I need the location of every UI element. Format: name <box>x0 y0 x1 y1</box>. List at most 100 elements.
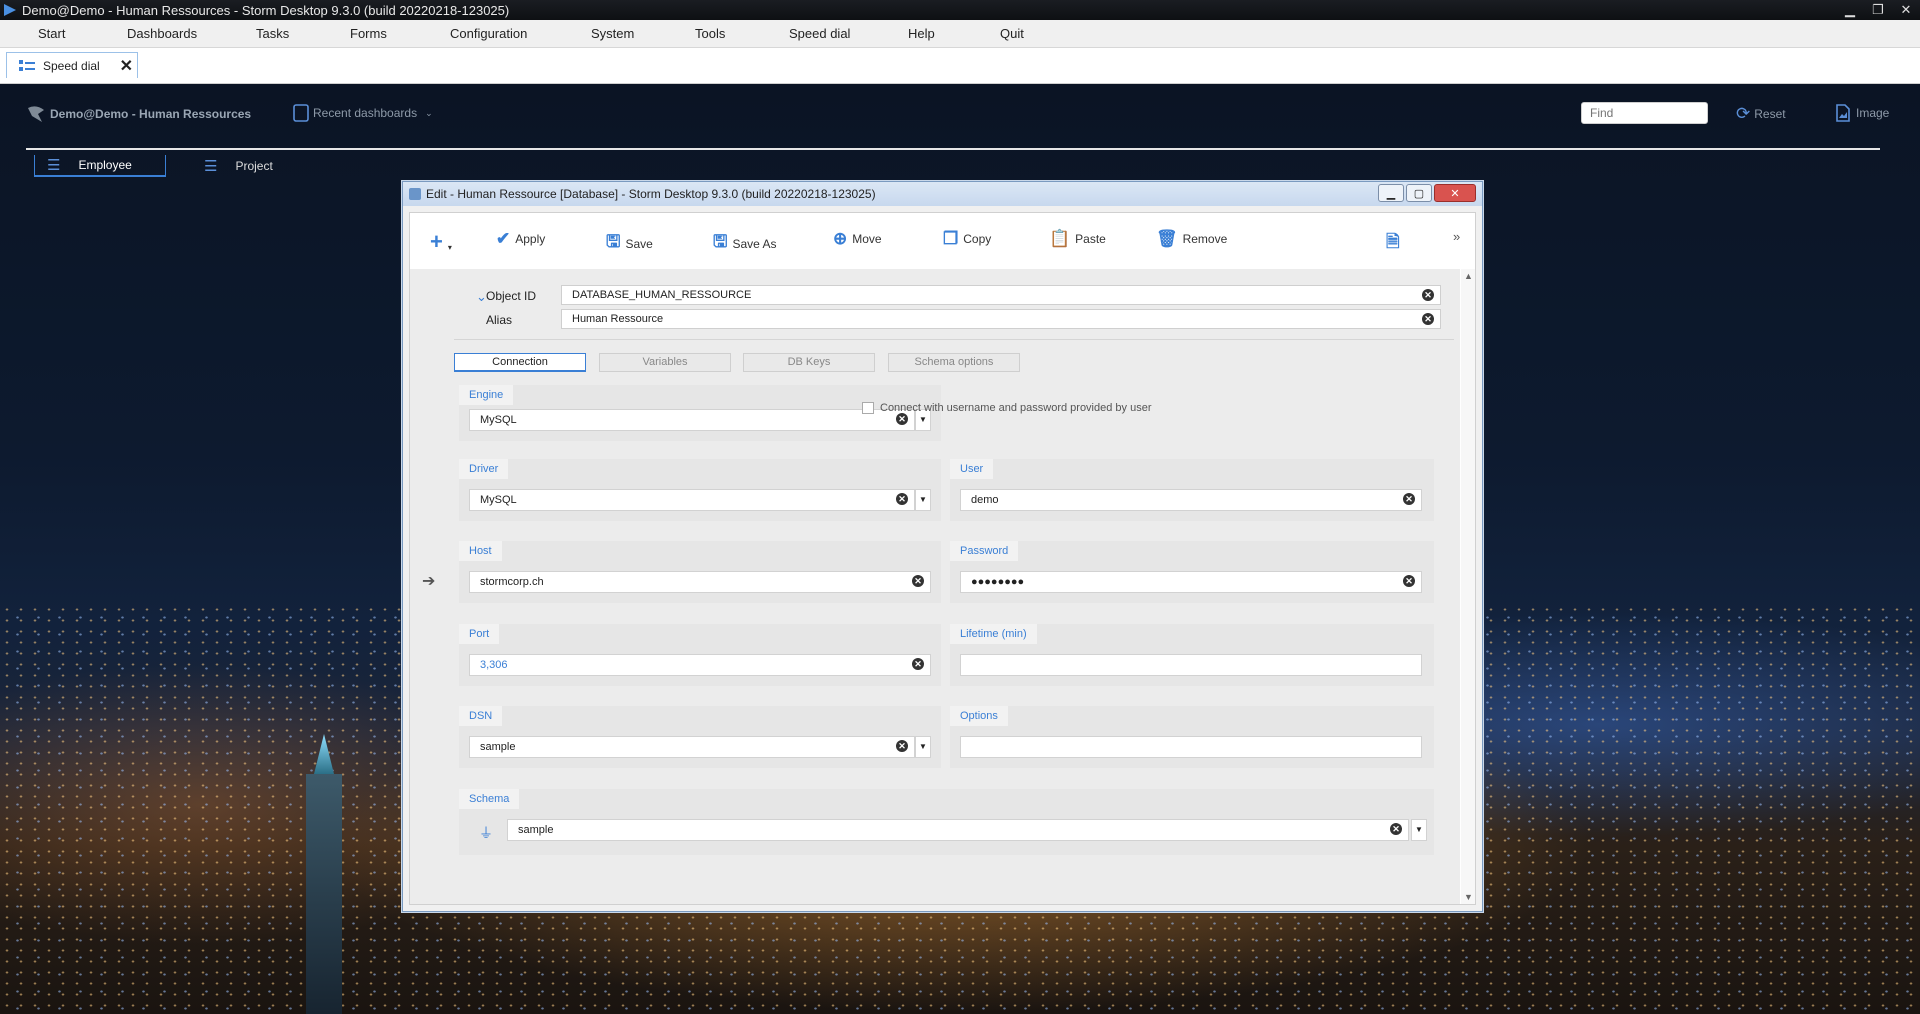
menu-system[interactable]: System <box>591 26 634 41</box>
schema-dropdown-icon[interactable]: ▼ <box>1411 819 1427 841</box>
lifetime-field[interactable] <box>960 654 1422 676</box>
copy-button[interactable]: ❐ Copy <box>943 229 991 249</box>
plus-icon: + <box>430 229 443 254</box>
remove-button[interactable]: 🗑 Remove <box>1156 229 1227 249</box>
options-field[interactable] <box>960 736 1422 758</box>
menu-quit[interactable]: Quit <box>1000 26 1024 41</box>
plus-circle-icon: ⊕ <box>833 229 848 248</box>
host-field[interactable]: stormcorp.ch ✕ <box>469 571 931 593</box>
connect-user-checkbox[interactable]: Connect with username and password provi… <box>862 402 1151 414</box>
host-group: Host stormcorp.ch ✕ <box>459 541 941 603</box>
menu-tools[interactable]: Tools <box>695 26 725 41</box>
close-tab-icon[interactable]: ✕ <box>120 56 133 76</box>
vertical-scrollbar[interactable]: ▲ ▼ <box>1461 269 1475 904</box>
password-field[interactable]: ●●●●●●●● ✕ <box>960 571 1422 593</box>
move-button[interactable]: ⊕ Move <box>833 229 882 249</box>
driver-dropdown-icon[interactable]: ▼ <box>915 489 931 511</box>
divider <box>454 339 1454 340</box>
restore-icon[interactable]: ❐ <box>1864 0 1892 20</box>
user-label: User <box>950 459 994 479</box>
document-tab-strip: Speed dial ✕ <box>0 48 1920 84</box>
check-icon: ✔ <box>496 229 511 248</box>
menu-configuration[interactable]: Configuration <box>450 26 527 41</box>
clear-icon[interactable]: ✕ <box>896 740 908 752</box>
clear-icon[interactable]: ✕ <box>912 658 924 670</box>
arrow-right-icon[interactable]: ➔ <box>422 571 435 591</box>
plug-icon[interactable]: ⏚ <box>479 823 493 843</box>
clear-icon[interactable]: ✕ <box>896 493 908 505</box>
clear-icon[interactable]: ✕ <box>1403 575 1415 587</box>
tab-speed-dial[interactable]: Speed dial ✕ <box>6 52 138 78</box>
options-group: Options <box>950 706 1434 768</box>
add-button[interactable]: + ▾ <box>430 229 452 255</box>
header-divider <box>26 148 1880 150</box>
clear-icon[interactable]: ✕ <box>1422 313 1434 325</box>
menu-dashboards[interactable]: Dashboards <box>127 26 197 41</box>
menu-help[interactable]: Help <box>908 26 935 41</box>
tablet-icon <box>293 104 309 122</box>
app-icon <box>4 4 16 16</box>
menu-start[interactable]: Start <box>38 26 65 41</box>
apply-button[interactable]: ✔ Apply <box>496 229 545 249</box>
driver-select[interactable]: MySQL ✕ <box>469 489 915 511</box>
save-as-button[interactable]: 🖫 Save As <box>713 229 777 258</box>
options-label: Options <box>950 706 1008 726</box>
dialog-toolbar: + ▾ ✔ Apply 🖫 Save 🖫 Save As ⊕ Move ❐ Copy 📋 Pa… <box>410 213 1475 267</box>
nav-item-employee[interactable]: ☰ Employee <box>34 155 166 177</box>
object-id-field[interactable]: DATABASE_HUMAN_RESSOURCE ✕ <box>561 285 1441 305</box>
menu-speed-dial[interactable]: Speed dial <box>789 26 850 41</box>
dsn-select[interactable]: sample ✕ <box>469 736 915 758</box>
clear-icon[interactable]: ✕ <box>896 413 908 425</box>
schema-select[interactable]: sample ✕ <box>507 819 1409 841</box>
dialog-minimize-icon[interactable]: ▁ <box>1378 184 1404 202</box>
dashboard-user: Demo@Demo - Human Ressources <box>26 104 251 124</box>
port-label: Port <box>459 624 500 644</box>
menu-tasks[interactable]: Tasks <box>256 26 289 41</box>
save-button[interactable]: 🖫 Save <box>606 229 653 258</box>
dialog-content: ⌄ Object ID DATABASE_HUMAN_RESSOURCE ✕ A… <box>410 269 1460 904</box>
document-button[interactable]: 🗎 <box>1386 229 1405 258</box>
reset-button[interactable]: ⟳ Reset <box>1736 104 1786 124</box>
close-icon[interactable]: ✕ <box>1892 0 1920 20</box>
user-field[interactable]: demo ✕ <box>960 489 1422 511</box>
scroll-up-icon[interactable]: ▲ <box>1464 271 1473 281</box>
tab-variables[interactable]: Variables <box>599 353 731 372</box>
floppy-icon: 🖫 <box>713 232 728 251</box>
password-group: Password ●●●●●●●● ✕ <box>950 541 1434 603</box>
dsn-group: DSN sample ✕ ▼ <box>459 706 941 768</box>
dialog-close-icon[interactable]: ✕ <box>1434 184 1476 202</box>
port-group: Port 3,306 ✕ <box>459 624 941 686</box>
window-titlebar: Demo@Demo - Human Ressources - Storm Des… <box>0 0 1920 20</box>
menu-icon: ☰ <box>47 157 61 174</box>
clear-icon[interactable]: ✕ <box>1422 289 1434 301</box>
document-icon: 🗎 <box>1386 232 1400 251</box>
nav-item-project[interactable]: ☰ Project <box>192 155 302 177</box>
schema-label: Schema <box>459 789 520 809</box>
dialog-maximize-icon[interactable]: ▢ <box>1406 184 1432 202</box>
alias-field[interactable]: Human Ressource ✕ <box>561 309 1441 329</box>
engine-select[interactable]: MySQL ✕ <box>469 409 915 431</box>
clear-icon[interactable]: ✕ <box>912 575 924 587</box>
lifetime-group: Lifetime (min) <box>950 624 1434 686</box>
host-label: Host <box>459 541 502 561</box>
recent-dashboards[interactable]: Recent dashboards ⌄ <box>293 104 433 122</box>
tab-schema-options[interactable]: Schema options <box>888 353 1020 372</box>
tab-connection[interactable]: Connection <box>454 353 586 372</box>
object-id-label: Object ID <box>486 289 537 303</box>
checkbox-icon[interactable] <box>862 402 874 414</box>
dsn-dropdown-icon[interactable]: ▼ <box>915 736 931 758</box>
clear-icon[interactable]: ✕ <box>1403 493 1415 505</box>
menu-forms[interactable]: Forms <box>350 26 387 41</box>
floppy-icon: 🖫 <box>606 232 621 251</box>
paste-button[interactable]: 📋 Paste <box>1049 229 1106 249</box>
port-field[interactable]: 3,306 ✕ <box>469 654 931 676</box>
minimize-icon[interactable]: ▁ <box>1836 0 1864 20</box>
more-icon[interactable]: » <box>1453 229 1460 244</box>
image-button[interactable]: Image <box>1836 104 1889 122</box>
clear-icon[interactable]: ✕ <box>1390 823 1402 835</box>
scroll-down-icon[interactable]: ▼ <box>1464 892 1473 902</box>
driver-group: Driver MySQL ✕ ▼ <box>459 459 941 521</box>
find-input[interactable] <box>1581 102 1708 124</box>
tab-db-keys[interactable]: DB Keys <box>743 353 875 372</box>
tab-label: Speed dial <box>43 58 100 73</box>
